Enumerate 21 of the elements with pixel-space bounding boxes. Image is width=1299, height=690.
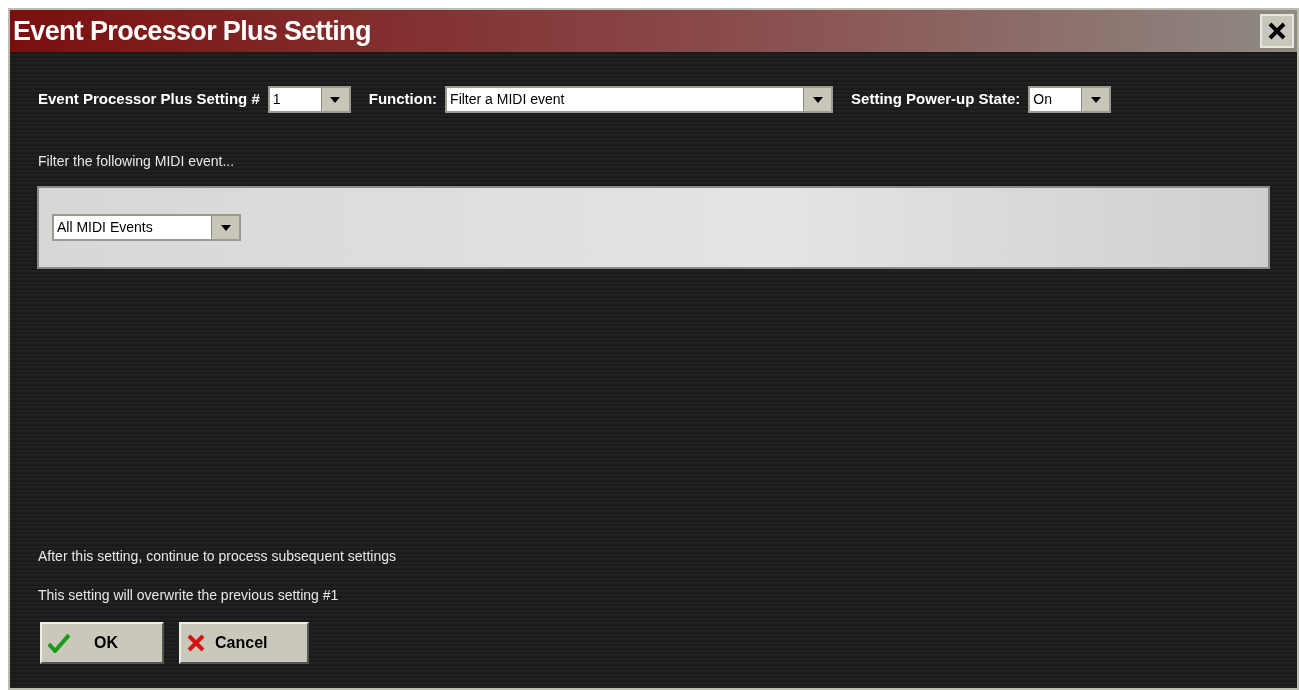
dropdown[interactable]: 1 bbox=[267, 86, 351, 113]
caret-icon bbox=[812, 96, 823, 103]
window-title: Event Processor Plus Setting bbox=[13, 14, 371, 48]
event-dropdown[interactable]: All MIDI Events bbox=[52, 214, 241, 241]
ok-button[interactable]: OK bbox=[40, 622, 164, 664]
caret-icon bbox=[220, 224, 231, 231]
cross-icon bbox=[187, 634, 205, 652]
note-text: After this setting, continue to process subsequent settings bbox=[37, 547, 396, 566]
note-text: This setting will overwrite the previous setting #1 bbox=[37, 586, 339, 605]
dropdown[interactable]: On bbox=[1028, 86, 1112, 113]
section-heading: Filter the following MIDI event... bbox=[37, 152, 235, 171]
caret-icon bbox=[330, 96, 341, 103]
caret-icon bbox=[1090, 96, 1101, 103]
field-label: Function: bbox=[368, 89, 438, 110]
cancel-button[interactable]: Cancel bbox=[179, 622, 309, 664]
close-icon bbox=[1267, 21, 1287, 41]
field-label: Event Processor Plus Setting # bbox=[38, 89, 260, 110]
close-button[interactable] bbox=[1260, 14, 1294, 48]
field-label: Setting Power-up State: bbox=[851, 89, 1021, 110]
dropdown[interactable]: Filter a MIDI event bbox=[445, 86, 834, 113]
checkmark-icon bbox=[48, 633, 70, 653]
